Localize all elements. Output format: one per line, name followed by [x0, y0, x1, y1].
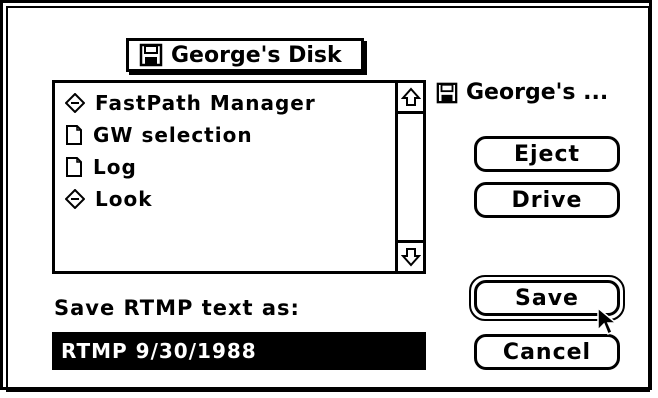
drive-button[interactable]: Drive	[474, 182, 620, 218]
document-icon	[65, 157, 83, 177]
application-icon	[65, 189, 85, 209]
list-item[interactable]: GW selection	[65, 119, 395, 151]
list-item-label: GW selection	[93, 123, 253, 147]
scrollbar[interactable]	[395, 83, 423, 271]
current-volume: George's ...	[436, 80, 608, 105]
document-icon	[65, 125, 83, 145]
list-item-label: FastPath Manager	[95, 91, 316, 115]
list-item-label: Log	[93, 155, 137, 179]
floppy-disk-icon	[436, 82, 458, 104]
save-prompt: Save RTMP text as:	[54, 296, 300, 320]
list-item[interactable]: Look	[65, 183, 395, 215]
cancel-button[interactable]: Cancel	[474, 334, 620, 370]
floppy-disk-icon	[139, 43, 163, 67]
pointer-cursor-icon	[596, 306, 618, 338]
application-icon	[65, 93, 85, 113]
volume-popup[interactable]: George's Disk	[126, 38, 364, 72]
scroll-up-arrow-icon[interactable]	[398, 83, 423, 114]
list-item[interactable]: Log	[65, 151, 395, 183]
list-item-label: Look	[95, 187, 153, 211]
scroll-down-arrow-icon[interactable]	[398, 240, 423, 271]
volume-popup-label: George's Disk	[171, 42, 342, 68]
file-list[interactable]: FastPath Manager GW selection Log Look	[52, 80, 426, 274]
list-item[interactable]: FastPath Manager	[65, 87, 395, 119]
current-volume-label: George's ...	[466, 80, 609, 105]
eject-button[interactable]: Eject	[474, 136, 620, 172]
filename-text: RTMP 9/30/1988	[61, 339, 257, 363]
filename-field[interactable]: RTMP 9/30/1988	[52, 332, 426, 370]
